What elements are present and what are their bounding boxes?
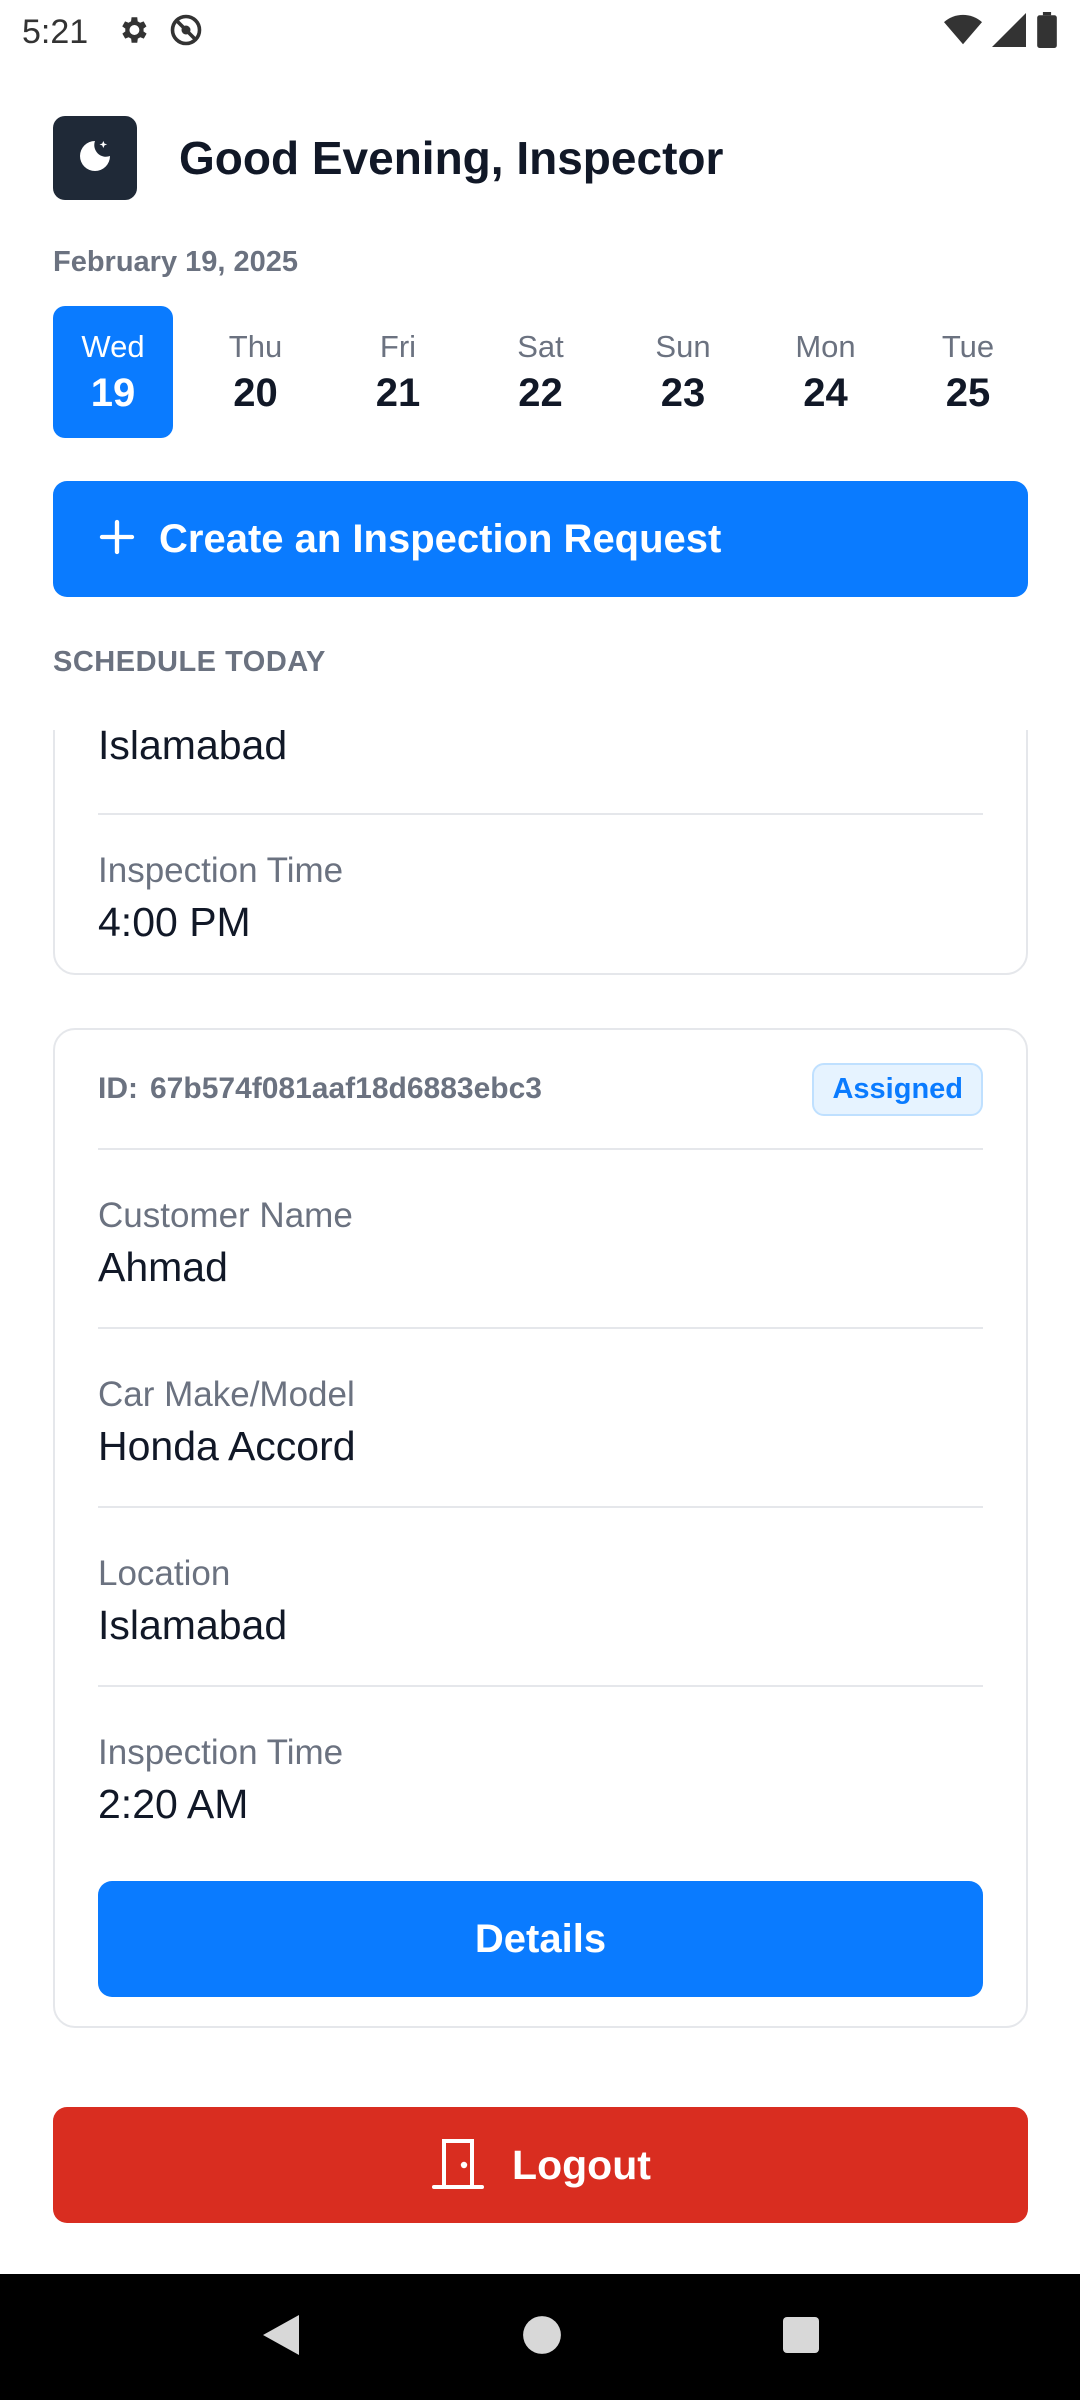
greeting-title: Good Evening, Inspector xyxy=(179,132,724,184)
day-name: Thu xyxy=(228,328,283,364)
status-badge: Assigned xyxy=(812,1062,983,1116)
section-title-schedule: SCHEDULE TODAY xyxy=(53,646,326,678)
plus-icon xyxy=(97,517,137,562)
day-sat[interactable]: Sat 22 xyxy=(481,306,601,438)
location-value: Islamabad xyxy=(98,730,288,768)
day-fri[interactable]: Fri 21 xyxy=(338,306,458,438)
recents-icon[interactable] xyxy=(781,2315,821,2360)
back-icon[interactable] xyxy=(259,2311,303,2364)
inspection-card: Islamabad Inspection Time 4:00 PM xyxy=(53,730,1028,975)
day-name: Tue xyxy=(941,328,995,364)
day-mon[interactable]: Mon 24 xyxy=(766,306,886,438)
inspection-time-value: 2:20 AM xyxy=(98,1781,249,1827)
day-number: 19 xyxy=(90,370,136,415)
create-inspection-request-button[interactable]: Create an Inspection Request xyxy=(53,481,1028,597)
car-model-value: Honda Accord xyxy=(98,1423,356,1469)
day-number: 24 xyxy=(803,370,848,415)
settings-icon xyxy=(116,13,150,52)
inspection-time-field: Inspection Time 2:20 AM xyxy=(98,1687,983,1866)
status-time: 5:21 xyxy=(22,12,89,51)
do-not-disturb-icon xyxy=(168,12,204,53)
inspection-card: ID: 67b574f081aaf18d6883ebc3 Assigned Cus… xyxy=(53,1028,1028,2028)
day-wed[interactable]: Wed 19 xyxy=(53,306,173,438)
day-thu[interactable]: Thu 20 xyxy=(196,306,316,438)
week-day-selector: Wed 19 Thu 20 Fri 21 Sat 22 Sun 23 Mon 2… xyxy=(53,306,1028,438)
logout-label: Logout xyxy=(512,2141,651,2188)
logout-button[interactable]: Logout xyxy=(53,2107,1028,2223)
details-button[interactable]: Details xyxy=(98,1881,983,1997)
signal-icon xyxy=(992,13,1026,52)
inspection-time-label: Inspection Time xyxy=(98,1733,344,1772)
day-number: 22 xyxy=(518,370,563,415)
battery-icon xyxy=(1036,12,1058,53)
location-field: Islamabad xyxy=(98,730,983,815)
id-label: ID: xyxy=(98,1072,138,1105)
inspection-time-value: 4:00 PM xyxy=(98,899,251,945)
day-name: Mon xyxy=(795,328,856,364)
day-name: Wed xyxy=(81,328,145,364)
customer-name-field: Customer Name Ahmad xyxy=(98,1150,983,1329)
day-sun[interactable]: Sun 23 xyxy=(623,306,743,438)
schedule-list[interactable]: Islamabad Inspection Time 4:00 PM ID: 67b… xyxy=(0,730,1080,2274)
wifi-icon xyxy=(944,13,982,52)
customer-name-value: Ahmad xyxy=(98,1244,228,1290)
day-number: 25 xyxy=(945,370,991,415)
status-bar: 5:21 xyxy=(0,0,1080,64)
location-field: Location Islamabad xyxy=(98,1508,983,1687)
inspection-time-label: Inspection Time xyxy=(98,851,344,890)
day-name: Sat xyxy=(517,328,564,364)
inspection-id: ID: 67b574f081aaf18d6883ebc3 xyxy=(98,1072,542,1106)
door-exit-icon xyxy=(430,2137,486,2194)
location-label: Location xyxy=(98,1554,231,1593)
day-number: 21 xyxy=(375,370,421,415)
day-name: Fri xyxy=(379,328,417,364)
home-icon[interactable] xyxy=(521,2314,563,2361)
day-name: Sun xyxy=(655,328,711,364)
customer-name-label: Customer Name xyxy=(98,1196,353,1235)
card-header: ID: 67b574f081aaf18d6883ebc3 Assigned xyxy=(98,1030,983,1150)
system-navigation-bar xyxy=(0,2274,1080,2400)
header: Good Evening, Inspector xyxy=(53,116,723,200)
car-model-label: Car Make/Model xyxy=(98,1375,355,1414)
day-tue[interactable]: Tue 25 xyxy=(908,306,1028,438)
current-date: February 19, 2025 xyxy=(53,246,299,278)
day-number: 20 xyxy=(233,370,278,415)
moon-stars-icon xyxy=(75,136,115,181)
create-button-label: Create an Inspection Request xyxy=(159,516,722,561)
location-value: Islamabad xyxy=(98,1602,288,1648)
avatar xyxy=(53,116,137,200)
day-number: 23 xyxy=(660,370,706,415)
id-value: 67b574f081aaf18d6883ebc3 xyxy=(150,1072,542,1105)
inspection-time-field: Inspection Time 4:00 PM xyxy=(98,815,983,946)
car-model-field: Car Make/Model Honda Accord xyxy=(98,1329,983,1508)
